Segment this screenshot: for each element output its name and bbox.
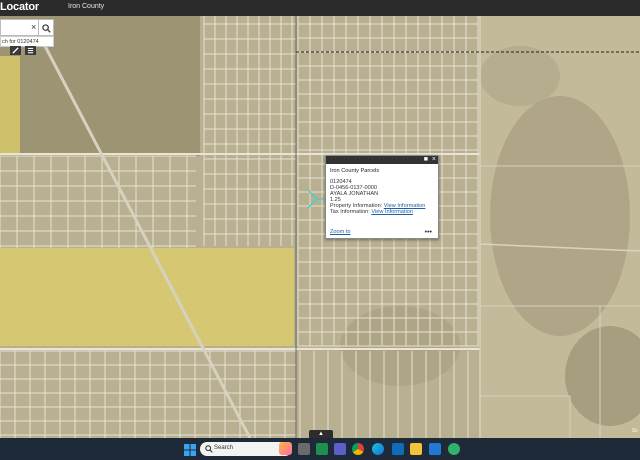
search-input[interactable] (1, 20, 29, 35)
more-options-button[interactable]: ••• (425, 229, 432, 236)
edge-icon[interactable] (372, 443, 384, 455)
copilot-icon[interactable] (279, 442, 292, 455)
parcel-highlight (0, 248, 294, 346)
search-button[interactable] (39, 19, 54, 36)
popup-title: Iron County Parcels (330, 168, 380, 174)
popup-footer: Zoom to ••• (330, 229, 434, 236)
ridge-shadow (490, 96, 630, 336)
popup-header-bar: ■ × (326, 156, 438, 164)
app-header: Locator Iron County (0, 0, 640, 16)
list-tool-button[interactable] (25, 46, 36, 55)
aerial-map[interactable] (0, 16, 640, 438)
tax-info-label: Tax Information: (330, 209, 372, 215)
zoom-to-link[interactable]: Zoom to (330, 229, 351, 235)
mail-icon[interactable] (429, 443, 441, 455)
parcel-popup: ■ × Iron County Parcels 0120474 D-0456-0… (325, 155, 439, 239)
windows-logo (184, 444, 196, 456)
tax-info-row: Tax Information: View Information (330, 209, 434, 215)
file-explorer-icon[interactable] (410, 443, 422, 455)
teams-icon[interactable] (334, 443, 346, 455)
draw-tool-button[interactable] (10, 46, 21, 55)
tax-info-link[interactable]: View Information (371, 209, 413, 215)
search-widget: × (0, 19, 39, 36)
taskbar-search-label: Search (214, 445, 234, 451)
popup-pointer (308, 189, 326, 209)
popup-close-button[interactable]: × (432, 156, 436, 164)
parcel-highlight (0, 56, 20, 154)
widgets-icon[interactable] (298, 443, 310, 455)
outlook-icon[interactable] (392, 443, 404, 455)
chrome-icon[interactable] (352, 443, 364, 455)
list-icon (27, 47, 34, 54)
excel-icon[interactable] (316, 443, 328, 455)
popup-minimize-button[interactable]: ■ (424, 156, 428, 164)
app-title: Locator (0, 1, 39, 13)
taskbar: Search (0, 438, 640, 460)
search-icon (205, 445, 213, 453)
search-icon (42, 24, 51, 33)
draw-icon (12, 47, 19, 54)
map-view[interactable] (0, 16, 640, 438)
store-icon[interactable] (448, 443, 460, 455)
clear-search-button[interactable]: × (31, 22, 36, 32)
attribute-panel-toggle[interactable]: ▲ (309, 430, 333, 438)
app-subtitle: Iron County (68, 3, 105, 10)
map-attribution: Sc (632, 428, 638, 434)
ridge-shadow (480, 46, 560, 106)
windows-icon[interactable] (184, 443, 196, 456)
